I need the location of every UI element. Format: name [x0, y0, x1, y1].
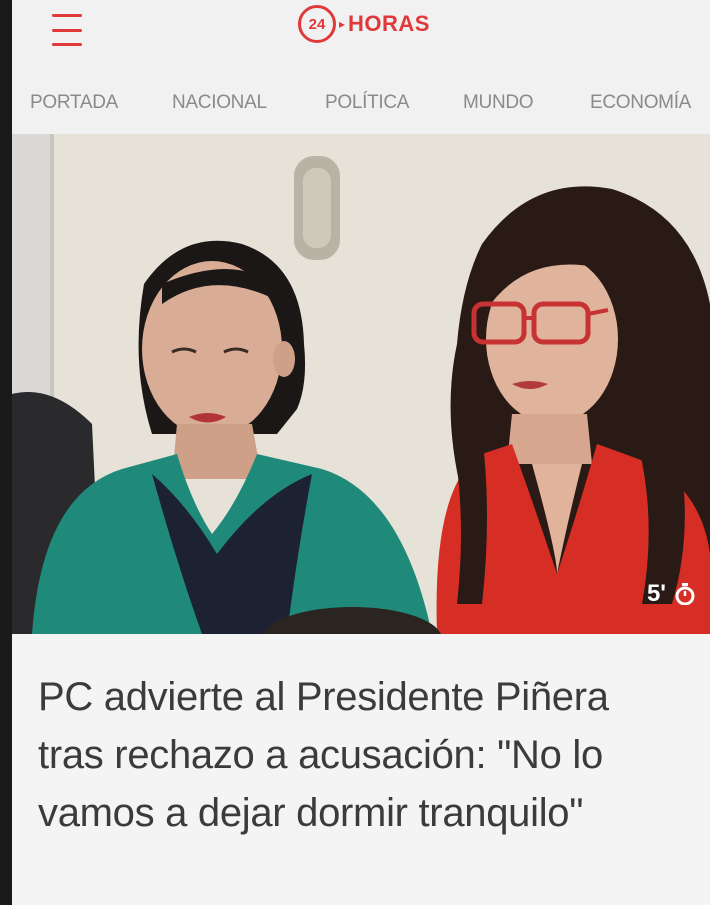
top-header: 24 ▸ HORAS — [12, 0, 710, 62]
hero-photo — [12, 134, 710, 634]
article-card[interactable]: PC advierte al Presidente Piñera tras re… — [12, 634, 710, 905]
nav-item-economia[interactable]: ECONOMÍA — [590, 92, 691, 114]
section-nav: PORTADA NACIONAL POLÍTICA MUNDO ECONOMÍA — [12, 62, 710, 135]
nav-item-politica[interactable]: POLÍTICA — [325, 92, 409, 114]
left-edge — [0, 0, 12, 905]
video-duration: 5' — [647, 580, 696, 608]
logo-badge: 24 — [298, 5, 336, 43]
nav-item-mundo[interactable]: MUNDO — [463, 92, 534, 114]
site-logo[interactable]: 24 ▸ HORAS — [298, 4, 430, 44]
logo-arrow-icon: ▸ — [339, 17, 346, 31]
app-screen: 24 ▸ HORAS PORTADA NACIONAL POLÍTICA MUN… — [0, 0, 710, 905]
nav-item-portada[interactable]: PORTADA — [30, 92, 118, 114]
hamburger-icon[interactable] — [52, 14, 86, 46]
article-headline[interactable]: PC advierte al Presidente Piñera tras re… — [38, 668, 678, 842]
article-hero-image[interactable]: 5' — [12, 134, 710, 634]
nav-item-nacional[interactable]: NACIONAL — [172, 92, 267, 114]
logo-wordmark: HORAS — [348, 11, 430, 36]
duration-text: 5' — [646, 580, 666, 607]
stopwatch-icon — [675, 583, 695, 605]
